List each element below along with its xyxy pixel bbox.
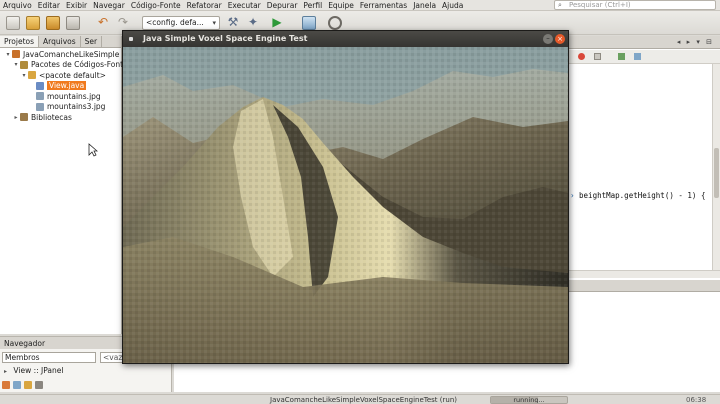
filter-static-icon[interactable] [13,381,21,389]
tree-node-icon [36,102,44,111]
open-project-icon[interactable] [46,16,60,30]
filter-fields-icon[interactable] [2,381,10,389]
menu-equipe[interactable]: Equipe [325,1,357,10]
tab-servicos[interactable]: Ser [81,36,103,47]
window-titlebar[interactable]: Java Simple Voxel Space Engine Test – × [123,31,568,47]
tree-node-icon [36,81,44,90]
class-node-label[interactable]: View :: JPanel [13,366,63,375]
menu-executar[interactable]: Executar [225,1,264,10]
config-select-value: <config. defa... [146,18,204,27]
menu-editar[interactable]: Editar [35,1,63,10]
new-file-icon[interactable] [6,16,20,30]
tree-item-label: mountains.jpg [47,91,101,101]
status-bar: JavaComancheLikeSimpleVoxelSpaceEngineTe… [0,394,720,404]
projects-tabs: Projetos Arquivos Ser [0,36,121,48]
tree-node-icon [12,50,20,58]
status-run-title: JavaComancheLikeSimpleVoxelSpaceEngineTe… [270,396,457,404]
navigator-tree: ▸ View :: JPanel [4,366,63,375]
tree-item-label: Bibliotecas [31,112,72,122]
progress-label: running... [513,396,545,404]
refresh-icon[interactable] [634,53,641,60]
menu-ferramentas[interactable]: Ferramentas [357,1,410,10]
tab-arquivos[interactable]: Arquivos [39,36,81,47]
tree-item-label: <pacote default> [39,70,106,80]
debug-icon[interactable] [302,16,316,30]
tree-item[interactable]: View.java [28,81,87,91]
window-title: Java Simple Voxel Space Engine Test [143,34,308,43]
menu-arquivo[interactable]: Arquivo [0,1,35,10]
navigator-title: Navegador [4,339,46,348]
tree-item-label: View.java [47,81,87,90]
menu-depurar[interactable]: Depurar [264,1,301,10]
sort-icon[interactable] [35,381,43,389]
editor-vertical-scrollbar[interactable] [712,64,720,270]
pause-icon[interactable] [594,53,601,60]
tree-node-icon [28,71,36,79]
fold-chevron-icon: › [570,191,575,200]
config-select[interactable]: <config. defa... ▾ [142,16,220,30]
menu-janela[interactable]: Janela [410,1,439,10]
search-icon: ⌕ [558,1,562,9]
build-icon[interactable]: ⚒ [226,16,240,30]
navigator-tools [2,381,43,391]
close-button[interactable]: × [555,34,565,44]
expand-arrow-icon[interactable]: ▾ [4,51,12,58]
run-icon[interactable]: ▶ [270,16,284,30]
expand-arrow-icon[interactable]: ▸ [4,368,7,375]
window-menu-icon[interactable] [129,37,133,41]
output-panel-header [568,280,720,292]
menu-ajuda[interactable]: Ajuda [439,1,466,10]
tree-item-label: JavaComancheLikeSimple [23,49,120,59]
expand-arrow-icon[interactable]: ▸ [12,114,20,121]
toggle-icon[interactable] [618,53,625,60]
minimize-button[interactable]: – [543,34,553,44]
mouse-cursor-icon [88,143,98,157]
members-select-value: Membros [5,353,40,362]
expand-arrow-icon[interactable]: ▾ [20,72,28,79]
tree-item[interactable]: ▾ JavaComancheLikeSimple [4,49,119,59]
menu-perfil[interactable]: Perfil [300,1,325,10]
expand-arrow-icon[interactable]: ▾ [12,61,20,68]
scrollbar-thumb[interactable] [714,148,719,198]
menu-codigo-fonte[interactable]: Código-Fonte [128,1,184,10]
tab-projetos[interactable]: Projetos [0,36,40,47]
save-all-icon[interactable] [66,16,80,30]
tree-node-icon [20,113,28,121]
tree-item[interactable]: mountains3.jpg [28,102,105,112]
run-progress-bar[interactable]: running... [490,396,568,404]
tree-item-label: Pacotes de Códigos-Font [31,60,124,69]
voxel-landscape-render [123,47,568,363]
projects-panel: Projetos Arquivos Ser ▾ JavaComancheLikeS… [0,36,123,334]
profile-icon[interactable] [328,16,342,30]
tree-item[interactable]: ▾ <pacote default> [20,70,106,80]
menu-navegar[interactable]: Navegar [90,1,128,10]
tree-node-icon [36,92,44,100]
tree-item[interactable]: ▸ Bibliotecas [12,112,72,122]
menu-refatorar[interactable]: Refatorar [184,1,225,10]
voxel-engine-window: Java Simple Voxel Space Engine Test – × [122,30,569,364]
undo-icon[interactable]: ↶ [96,16,110,30]
search-placeholder: Pesquisar (Ctrl+I) [569,1,631,9]
search-input[interactable]: ⌕ Pesquisar (Ctrl+I) [554,0,716,10]
new-project-icon[interactable] [26,16,40,30]
tab-scroll-arrows[interactable]: ◂ ▸ ▾ ⊟ [677,38,714,46]
chevron-down-icon: ▾ [212,19,216,27]
stop-icon[interactable] [578,53,585,60]
code-text: beightMap.getHeight() - 1) { [579,191,706,200]
voxel-viewport[interactable] [123,47,568,363]
menu-exibir[interactable]: Exibir [63,1,90,10]
clean-build-icon[interactable]: ✦ [246,16,260,30]
code-line[interactable]: › beightMap.getHeight() - 1) { [570,191,705,200]
tree-item[interactable]: mountains.jpg [28,91,101,101]
tree-item[interactable]: ▾ Pacotes de Códigos-Font [12,60,123,70]
tree-node-icon [20,60,28,69]
filter-nonpublic-icon[interactable] [24,381,32,389]
tree-item-label: mountains3.jpg [47,102,106,111]
status-time: 06:38 [686,396,707,404]
members-select[interactable]: Membros [2,352,96,363]
editor-horizontal-scrollbar[interactable] [568,270,720,278]
redo-icon[interactable]: ↷ [116,16,130,30]
